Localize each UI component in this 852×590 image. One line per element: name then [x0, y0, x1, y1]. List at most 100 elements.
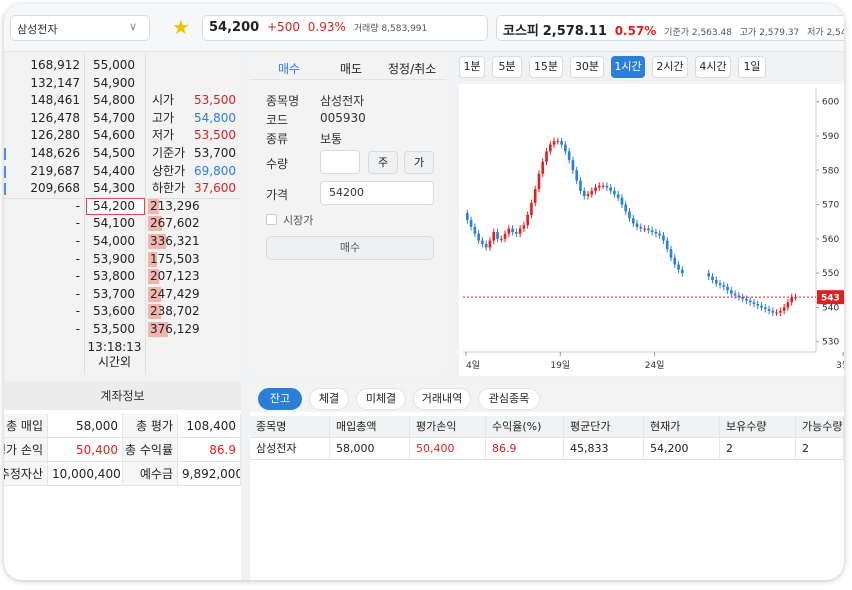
bid-row[interactable]: -53,700 247,429: [4, 286, 241, 304]
holdings-column-header[interactable]: 가능수량: [796, 416, 844, 438]
bid-price: 54,000: [93, 234, 135, 248]
interval-button[interactable]: 5분: [492, 56, 522, 78]
bid-row[interactable]: -54,200 213,296: [4, 197, 241, 216]
price-info-label: 저가: [152, 128, 175, 143]
candle-body: [496, 232, 499, 239]
candle: [515, 228, 518, 238]
holdings-column-header[interactable]: 평균단가: [564, 416, 644, 438]
code-value: 005930: [320, 111, 366, 125]
holdings-tab[interactable]: 체결: [309, 388, 349, 410]
quantity-label: 수량: [266, 157, 289, 171]
price-input[interactable]: 54200: [320, 181, 434, 205]
account-value: 50,400: [48, 438, 123, 462]
candle: [775, 309, 778, 316]
bid-left-volume: -: [75, 286, 80, 301]
candle-body: [526, 214, 529, 226]
candle-body: [752, 302, 756, 304]
bid-row[interactable]: -54,000 336,321: [4, 233, 241, 251]
bid-price: 54,100: [93, 216, 135, 231]
bid-row[interactable]: -53,900 175,503: [4, 251, 241, 269]
candle: [507, 225, 511, 238]
candle-body: [760, 305, 763, 308]
bid-row[interactable]: -54,100 267,602: [4, 215, 241, 233]
quantity-unit-amount-button[interactable]: 가: [404, 151, 434, 174]
tab-sell[interactable]: 매도: [340, 60, 362, 77]
account-value: 86.9: [178, 438, 241, 462]
interval-button[interactable]: 2시간: [652, 56, 688, 78]
interval-button[interactable]: 1시간: [611, 56, 645, 78]
bid-row[interactable]: -53,800 207,123: [4, 268, 241, 286]
candle-body: [786, 302, 790, 308]
holdings-column-header[interactable]: 매입총액: [330, 416, 410, 438]
candle-body: [639, 226, 643, 229]
ask-volume: 168,912: [30, 58, 80, 72]
current-price: 54,200: [209, 20, 260, 35]
account-value: 10,000,400: [48, 462, 123, 486]
account-label: 평가 손익: [4, 438, 48, 462]
candle: [654, 228, 658, 238]
stock-selector[interactable]: 삼성전자 ∨: [10, 15, 150, 41]
candle: [730, 286, 733, 298]
interval-button[interactable]: 30분: [570, 56, 604, 78]
interval-button[interactable]: 1일: [738, 56, 766, 78]
y-tick-label: 580: [822, 166, 839, 176]
holdings-column-header[interactable]: 보유수량: [720, 416, 796, 438]
candle-body: [677, 264, 680, 270]
holdings-row[interactable]: 삼성전자 58,000 50,400 86.9 45,833 54,200 2 2: [250, 438, 844, 460]
candle: [718, 280, 722, 289]
order-panel: 매수 매도 정정/취소 종목명 삼성전자 코드 005930 종류 보통 수량 …: [250, 54, 446, 374]
ask-row[interactable]: 132,147 54,900: [4, 75, 241, 93]
index-name: 코스피: [503, 24, 539, 39]
candle: [669, 245, 673, 262]
holdings-tab[interactable]: 잔고: [258, 388, 302, 410]
account-title: 계좌정보: [4, 382, 241, 410]
market-order-checkbox[interactable]: [266, 214, 277, 225]
y-tick-label: 530: [822, 338, 839, 348]
candle: [673, 254, 677, 268]
stock-selector-value: 삼성전자: [17, 23, 58, 36]
bid-row[interactable]: -53,500 376,129: [4, 321, 241, 339]
index-change-pct: 0.57%: [614, 24, 657, 38]
bid-row[interactable]: -53,600 238,702: [4, 303, 241, 321]
candle-body: [518, 228, 522, 234]
tab-modify-cancel[interactable]: 정정/취소: [388, 60, 436, 77]
holdings-tab[interactable]: 거래내역: [413, 388, 471, 410]
buy-button[interactable]: 매수: [266, 236, 434, 260]
holdings-column-header[interactable]: 종목명: [250, 416, 330, 438]
bid-volume: 175,503: [150, 251, 200, 266]
candle: [481, 237, 484, 248]
candle-body: [718, 283, 722, 286]
candle-body: [586, 194, 590, 196]
bid-left-volume: -: [75, 251, 80, 266]
candle: [635, 220, 639, 231]
interval-button[interactable]: 1분: [459, 56, 485, 78]
holdings-tab[interactable]: 관심종목: [478, 388, 540, 410]
ask-row[interactable]: 168,912 55,000: [4, 57, 241, 75]
interval-button[interactable]: 15분: [529, 56, 563, 78]
bid-volume: 376,129: [150, 322, 200, 336]
candle: [552, 137, 556, 148]
candle: [567, 148, 571, 164]
holdings-column-header[interactable]: 평가손익: [410, 416, 486, 438]
price-chart[interactable]: 6005905805705605505405304일19일24일3월7일543: [459, 84, 844, 376]
holdings-column-header[interactable]: 수익율(%): [486, 416, 564, 438]
code-label: 코드: [266, 113, 289, 127]
candle-body: [613, 190, 616, 195]
candle: [760, 302, 763, 311]
candle-body: [469, 220, 473, 227]
quantity-unit-shares-button[interactable]: 주: [368, 151, 398, 174]
candle-body: [601, 185, 605, 187]
candle: [631, 214, 635, 227]
y-tick-label: 590: [822, 132, 839, 142]
ask-price: 54,500: [93, 146, 135, 160]
tab-buy[interactable]: 매수: [278, 60, 300, 77]
favorite-star-icon[interactable]: ★: [172, 16, 190, 38]
quantity-input[interactable]: [320, 150, 360, 174]
candle-body: [598, 185, 601, 188]
bid-left-volume: -: [75, 322, 80, 336]
candle-body: [733, 293, 737, 296]
interval-button[interactable]: 4시간: [695, 56, 731, 78]
ask-price: 55,000: [93, 58, 135, 72]
holdings-column-header[interactable]: 현재가: [644, 416, 720, 438]
holdings-tab[interactable]: 미체결: [356, 388, 406, 410]
